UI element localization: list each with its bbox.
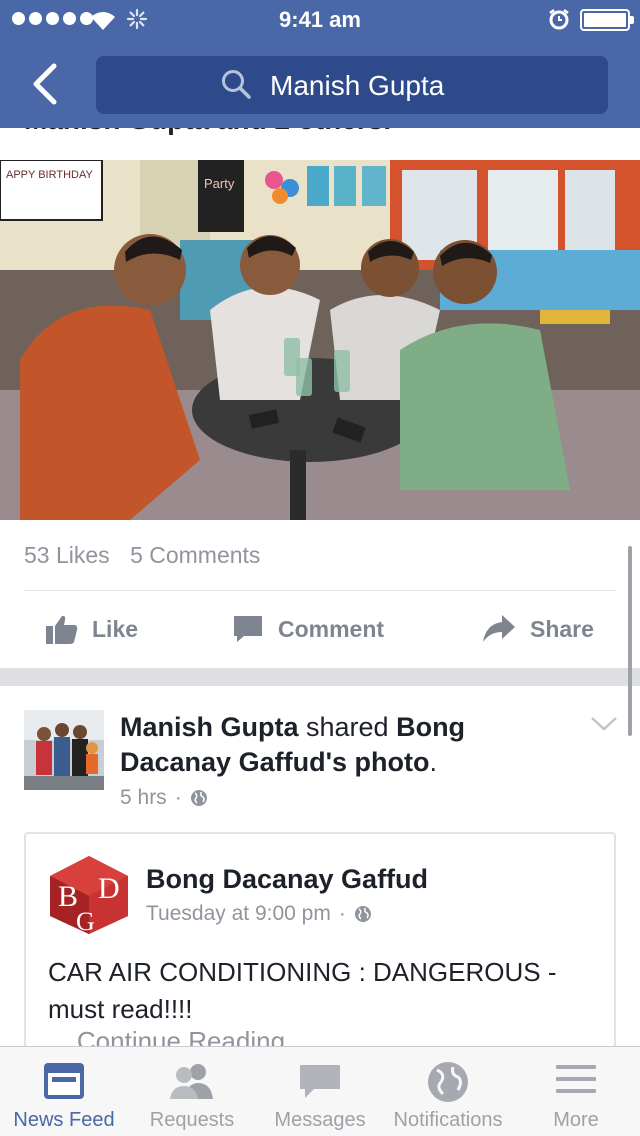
photo-post: Manish Gupta and 2 others. APPY BIRTHDAY… — [0, 128, 640, 668]
menu-icon — [556, 1065, 596, 1093]
comments-count[interactable]: 5 Comments — [130, 542, 260, 568]
battery-tip — [630, 16, 634, 24]
continue-reading-link[interactable]: ... Continue Reading — [48, 1026, 285, 1046]
reaction-counts: 53 Likes 5 Comments — [24, 542, 274, 569]
shared-meta-separator: · — [338, 902, 346, 925]
tab-label: Messages — [274, 1109, 366, 1131]
shared-time[interactable]: Tuesday at 9:00 pm — [146, 902, 331, 926]
comment-label: Comment — [278, 615, 385, 642]
tab-label: News Feed — [13, 1109, 115, 1131]
shared-text: CAR AIR CONDITIONING : DANGEROUS - must … — [48, 957, 557, 1024]
friend-requests-icon — [170, 1064, 213, 1099]
tab-requests[interactable]: Requests — [128, 1047, 256, 1136]
globe-icon — [354, 906, 371, 922]
tab-more[interactable]: More — [512, 1047, 640, 1136]
comment-button[interactable]: Comment — [232, 614, 384, 644]
post-actions: Like Comment Share — [0, 606, 640, 656]
share-button[interactable]: Share — [482, 614, 594, 644]
post-caption-partial: Manish Gupta and 2 others. — [24, 128, 391, 136]
divider — [24, 590, 616, 591]
like-button[interactable]: Like — [46, 614, 138, 644]
news-feed[interactable]: Manish Gupta and 2 others. APPY BIRTHDAY… — [0, 128, 640, 1046]
headline-verb: shared — [298, 712, 397, 742]
top-bar: 9:41 am Manish Gupta — [0, 0, 640, 128]
search-query: Manish Gupta — [270, 70, 445, 101]
comment-bubble-icon — [234, 616, 262, 642]
post-photo[interactable]: APPY BIRTHDAY Party — [0, 160, 640, 520]
post-headline: Manish Gupta shared Bong Dacanay Gaffud'… — [120, 710, 550, 780]
status-bar: 9:41 am — [0, 0, 640, 40]
like-label: Like — [92, 615, 139, 642]
tab-news-feed[interactable]: News Feed — [0, 1047, 128, 1136]
post-time[interactable]: 5 hrs — [120, 786, 167, 810]
globe-icon — [428, 1062, 468, 1102]
bdg-logo[interactable]: B D G — [48, 854, 130, 936]
logo-letter-b: B — [58, 880, 78, 913]
birthday-sign-text: APPY BIRTHDAY — [6, 169, 93, 181]
share-label: Share — [530, 615, 594, 642]
tab-bar: News Feed Requests Messages Notification… — [0, 1046, 640, 1136]
tab-messages[interactable]: Messages — [256, 1047, 384, 1136]
scroll-indicator — [628, 546, 632, 736]
alarm-clock-icon — [549, 9, 569, 30]
share-arrow-icon — [483, 615, 515, 642]
shared-meta: Tuesday at 9:00 pm · — [146, 902, 372, 926]
tab-notifications[interactable]: Notifications — [384, 1047, 512, 1136]
shared-page-name[interactable]: Bong Dacanay Gaffud — [146, 864, 428, 895]
meta-separator: · — [174, 786, 182, 809]
tab-label: Notifications — [393, 1109, 503, 1131]
avatar[interactable] — [24, 710, 104, 790]
battery-icon — [580, 9, 630, 31]
party-sign-text: Party — [204, 176, 235, 191]
globe-icon — [190, 790, 207, 806]
chevron-down-icon[interactable] — [590, 716, 618, 732]
logo-letter-g: G — [76, 907, 95, 936]
news-feed-icon — [44, 1063, 84, 1099]
tab-label: More — [553, 1109, 599, 1131]
likes-count[interactable]: 53 Likes — [24, 542, 110, 568]
messages-icon — [300, 1065, 340, 1098]
chevron-left-icon[interactable] — [28, 62, 68, 106]
shared-post: Manish Gupta shared Bong Dacanay Gaffud '… — [0, 686, 640, 1046]
search-icon — [222, 70, 251, 99]
shared-object[interactable]: 's photo — [326, 747, 430, 777]
thumbs-up-icon — [46, 615, 78, 644]
post-meta: 5 hrs · — [120, 786, 208, 810]
author-name[interactable]: Manish Gupta — [120, 712, 299, 742]
search-bar[interactable]: Manish Gupta — [96, 56, 608, 114]
tab-label: Requests — [149, 1109, 235, 1131]
shared-content-card[interactable]: B D G Bong Dacanay Gaffud Tuesday at 9:0… — [24, 832, 616, 1046]
headline-punct: . — [429, 747, 437, 777]
status-time: 9:41 am — [279, 7, 361, 32]
logo-letter-d: D — [98, 872, 120, 905]
